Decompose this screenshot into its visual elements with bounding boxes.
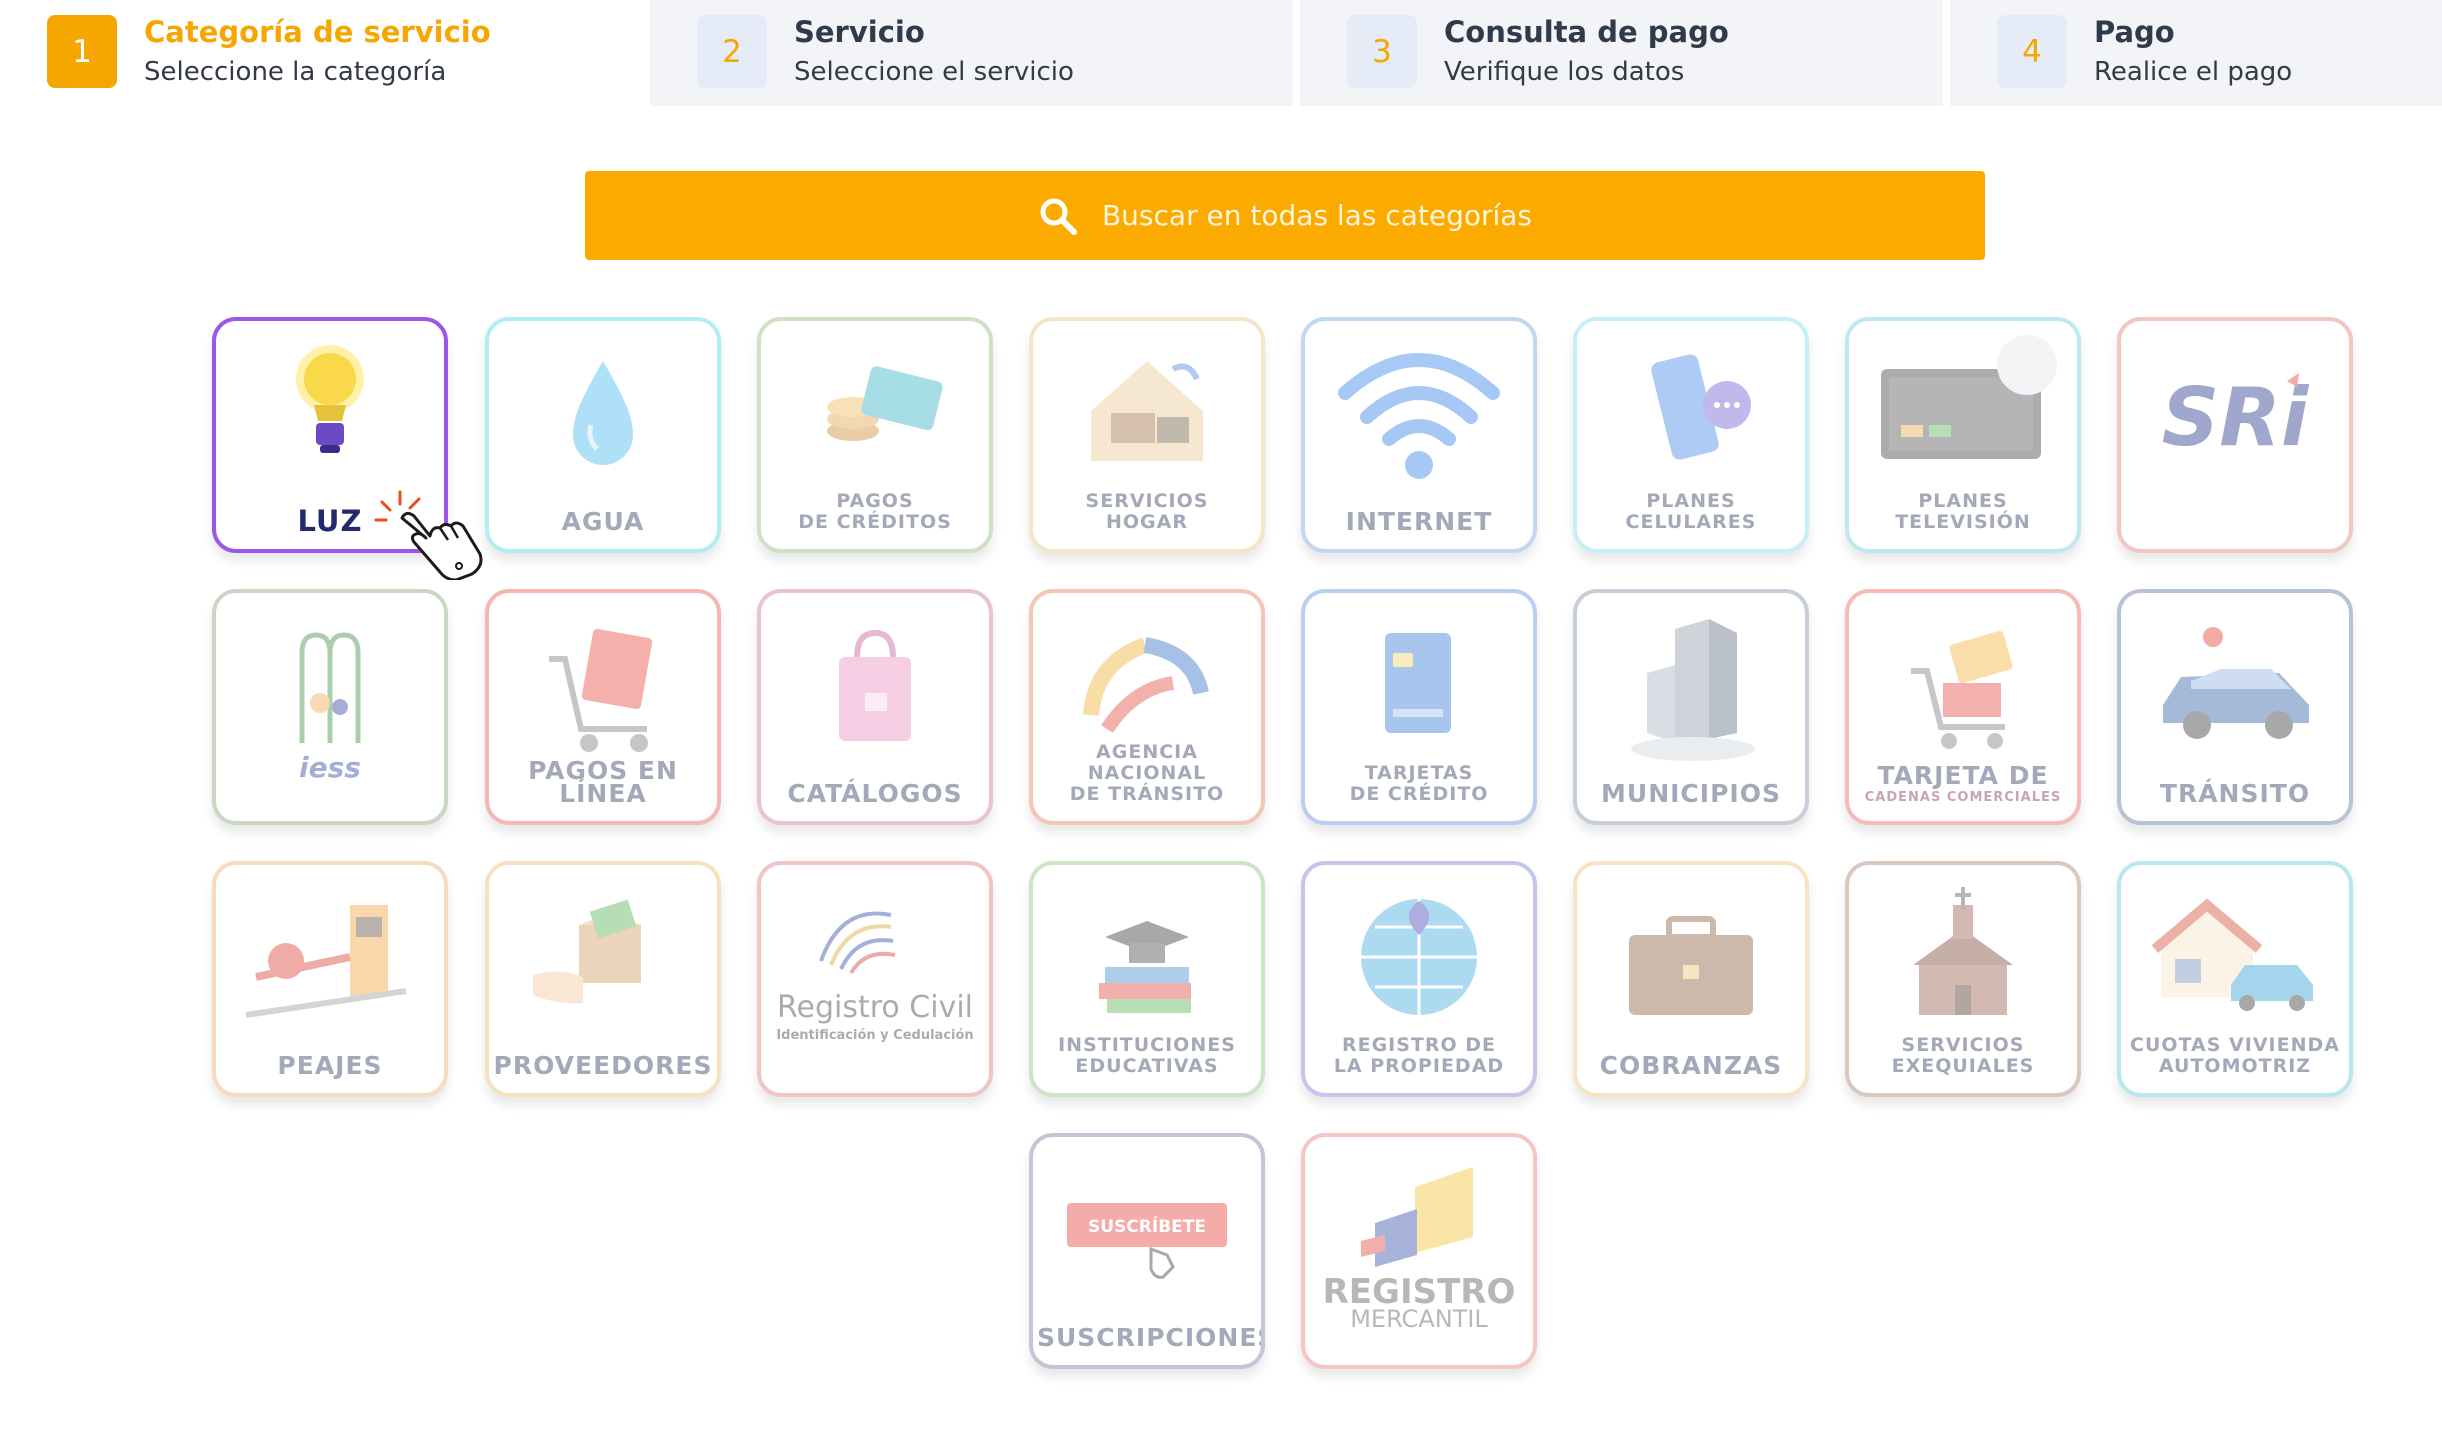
- category-tile-car-icon[interactable]: TRÁNSITO: [2117, 589, 2353, 825]
- step-payment[interactable]: 4 Pago Realice el pago: [1950, 0, 2442, 106]
- category-tile-sri-logo[interactable]: SRi: [2117, 317, 2353, 553]
- category-label: INTERNET: [1345, 507, 1493, 536]
- search-categories-button[interactable]: Buscar en todas las categorías: [585, 171, 1985, 260]
- svg-text:Registro Civil: Registro Civil: [777, 990, 973, 1025]
- checkout-stepper: 1 Categoría de servicio Seleccione la ca…: [0, 0, 2442, 106]
- category-label: PLANES TELEVISIÓN: [1895, 490, 2031, 533]
- category-label: REGISTRO DE LA PROPIEDAD: [1333, 1034, 1505, 1077]
- pointer-hand-icon: [374, 490, 483, 580]
- category-label: SERVICIOS EXEQUIALES: [1891, 1034, 2035, 1077]
- category-tile-cart-card-icon[interactable]: TARJETA DE CADENAS COMERCIALES: [1845, 589, 2081, 825]
- category-tile-coins-card-icon[interactable]: PAGOS DE CRÉDITOS: [757, 317, 993, 553]
- category-tile-toll-barrier-icon[interactable]: PEAJES: [212, 861, 448, 1097]
- category-tile-house-car-icon[interactable]: CUOTAS VIVIENDA AUTOMOTRIZ: [2117, 861, 2353, 1097]
- step-title: Servicio: [794, 15, 925, 49]
- category-label: COBRANZAS: [1599, 1051, 1783, 1080]
- step-number: 4: [1997, 15, 2067, 88]
- svg-text:iess: iess: [299, 751, 361, 784]
- category-label: PAGOS DE CRÉDITOS: [798, 490, 952, 533]
- category-tile-graduation-books-icon[interactable]: INSTITUCIONES EDUCATIVAS: [1029, 861, 1265, 1097]
- category-label: AGUA: [561, 507, 645, 536]
- category-label: CATÁLOGOS: [787, 779, 963, 808]
- svg-text:SRi: SRi: [2162, 371, 2310, 464]
- category-tile-chapel-icon[interactable]: SERVICIOS EXEQUIALES: [1845, 861, 2081, 1097]
- category-tile-building-icon[interactable]: MUNICIPIOS: [1573, 589, 1809, 825]
- category-label: SERVICIOS HOGAR: [1085, 490, 1209, 533]
- category-tile-iess-logo[interactable]: iess: [212, 589, 448, 825]
- category-label: PLANES CELULARES: [1625, 490, 1757, 533]
- step-subtitle: Realice el pago: [2094, 57, 2293, 87]
- category-tile-shopping-bag-icon[interactable]: CATÁLOGOS: [757, 589, 993, 825]
- search-icon: [1038, 196, 1078, 236]
- category-label: TARJETA DE: [1877, 761, 2049, 790]
- category-tile-subscribe-button-icon[interactable]: SUSCRÍBETE SUSCRIPCIONES: [1029, 1133, 1265, 1369]
- category-tile-wifi-icon[interactable]: INTERNET: [1301, 317, 1537, 553]
- category-label: INSTITUCIONES EDUCATIVAS: [1058, 1034, 1236, 1077]
- step-service[interactable]: 2 Servicio Seleccione el servicio: [650, 0, 1293, 106]
- category-tile-globe-pin-icon[interactable]: REGISTRO DE LA PROPIEDAD: [1301, 861, 1537, 1097]
- registro-mercantil-logo: REGISTROMERCANTIL: [1323, 1167, 1515, 1333]
- category-tile-tv-satellite-icon[interactable]: PLANES TELEVISIÓN: [1845, 317, 2081, 553]
- step-title: Categoría de servicio: [144, 15, 491, 49]
- category-label: PAGOS EN LÍNEA: [528, 756, 678, 808]
- category-label: PROVEEDORES: [493, 1051, 713, 1080]
- category-label: SUSCRIPCIONES: [1037, 1323, 1265, 1352]
- step-subtitle: Seleccione la categoría: [144, 57, 447, 87]
- step-payment-query[interactable]: 3 Consulta de pago Verifique los datos: [1300, 0, 1943, 106]
- sri-logo: SRi: [2162, 371, 2310, 464]
- step-number: 1: [47, 15, 117, 88]
- category-tile-home-services-icon[interactable]: SERVICIOS HOGAR: [1029, 317, 1265, 553]
- category-label: TRÁNSITO: [2159, 779, 2311, 808]
- category-tile-ant-logo[interactable]: AGENCIA NACIONAL DE TRÁNSITO: [1029, 589, 1265, 825]
- fingerprint-icon: Registro Civil Identificación y Cedulació…: [776, 911, 974, 1043]
- category-tile-delivery-box-icon[interactable]: PROVEEDORES: [485, 861, 721, 1097]
- svg-text:Identificación y Cedulación: Identificación y Cedulación: [776, 1028, 973, 1043]
- category-label: CUOTAS VIVIENDA AUTOMOTRIZ: [2130, 1034, 2340, 1077]
- category-tile-shopping-cart-icon[interactable]: PAGOS EN LÍNEA: [485, 589, 721, 825]
- step-number: 3: [1347, 15, 1417, 88]
- iess-logo: iess: [299, 632, 361, 784]
- step-title: Consulta de pago: [1444, 15, 1729, 49]
- search-label: Buscar en todas las categorías: [1101, 199, 1533, 232]
- category-tile-mobile-phone-icon[interactable]: PLANES CELULARES: [1573, 317, 1809, 553]
- category-tile-briefcase-icon[interactable]: COBRANZAS: [1573, 861, 1809, 1097]
- category-tile-water-drop-icon[interactable]: AGUA: [485, 317, 721, 553]
- step-category[interactable]: 1 Categoría de servicio Seleccione la ca…: [0, 0, 643, 106]
- svg-text:SUSCRÍBETE: SUSCRÍBETE: [1088, 1215, 1206, 1237]
- category-sublabel: CADENAS COMERCIALES: [1864, 790, 2062, 805]
- category-tile-registro-mercantil-logo[interactable]: REGISTRO MERCANTIL: [1301, 1133, 1537, 1369]
- step-number: 2: [697, 15, 767, 88]
- step-subtitle: Verifique los datos: [1444, 57, 1685, 87]
- category-label: MUNICIPIOS: [1601, 779, 1781, 808]
- category-label: AGENCIA NACIONAL DE TRÁNSITO: [1069, 741, 1225, 805]
- category-label: PEAJES: [277, 1051, 383, 1080]
- svg-text:MERCANTIL: MERCANTIL: [1350, 1305, 1488, 1333]
- category-label: TARJETAS DE CRÉDITO: [1349, 762, 1489, 805]
- step-subtitle: Seleccione el servicio: [794, 57, 1074, 87]
- category-tile-fingerprint-icon[interactable]: Registro Civil Identificación y Cedulació…: [757, 861, 993, 1097]
- step-title: Pago: [2094, 15, 2175, 49]
- category-tile-credit-card-icon[interactable]: TARJETAS DE CRÉDITO: [1301, 589, 1537, 825]
